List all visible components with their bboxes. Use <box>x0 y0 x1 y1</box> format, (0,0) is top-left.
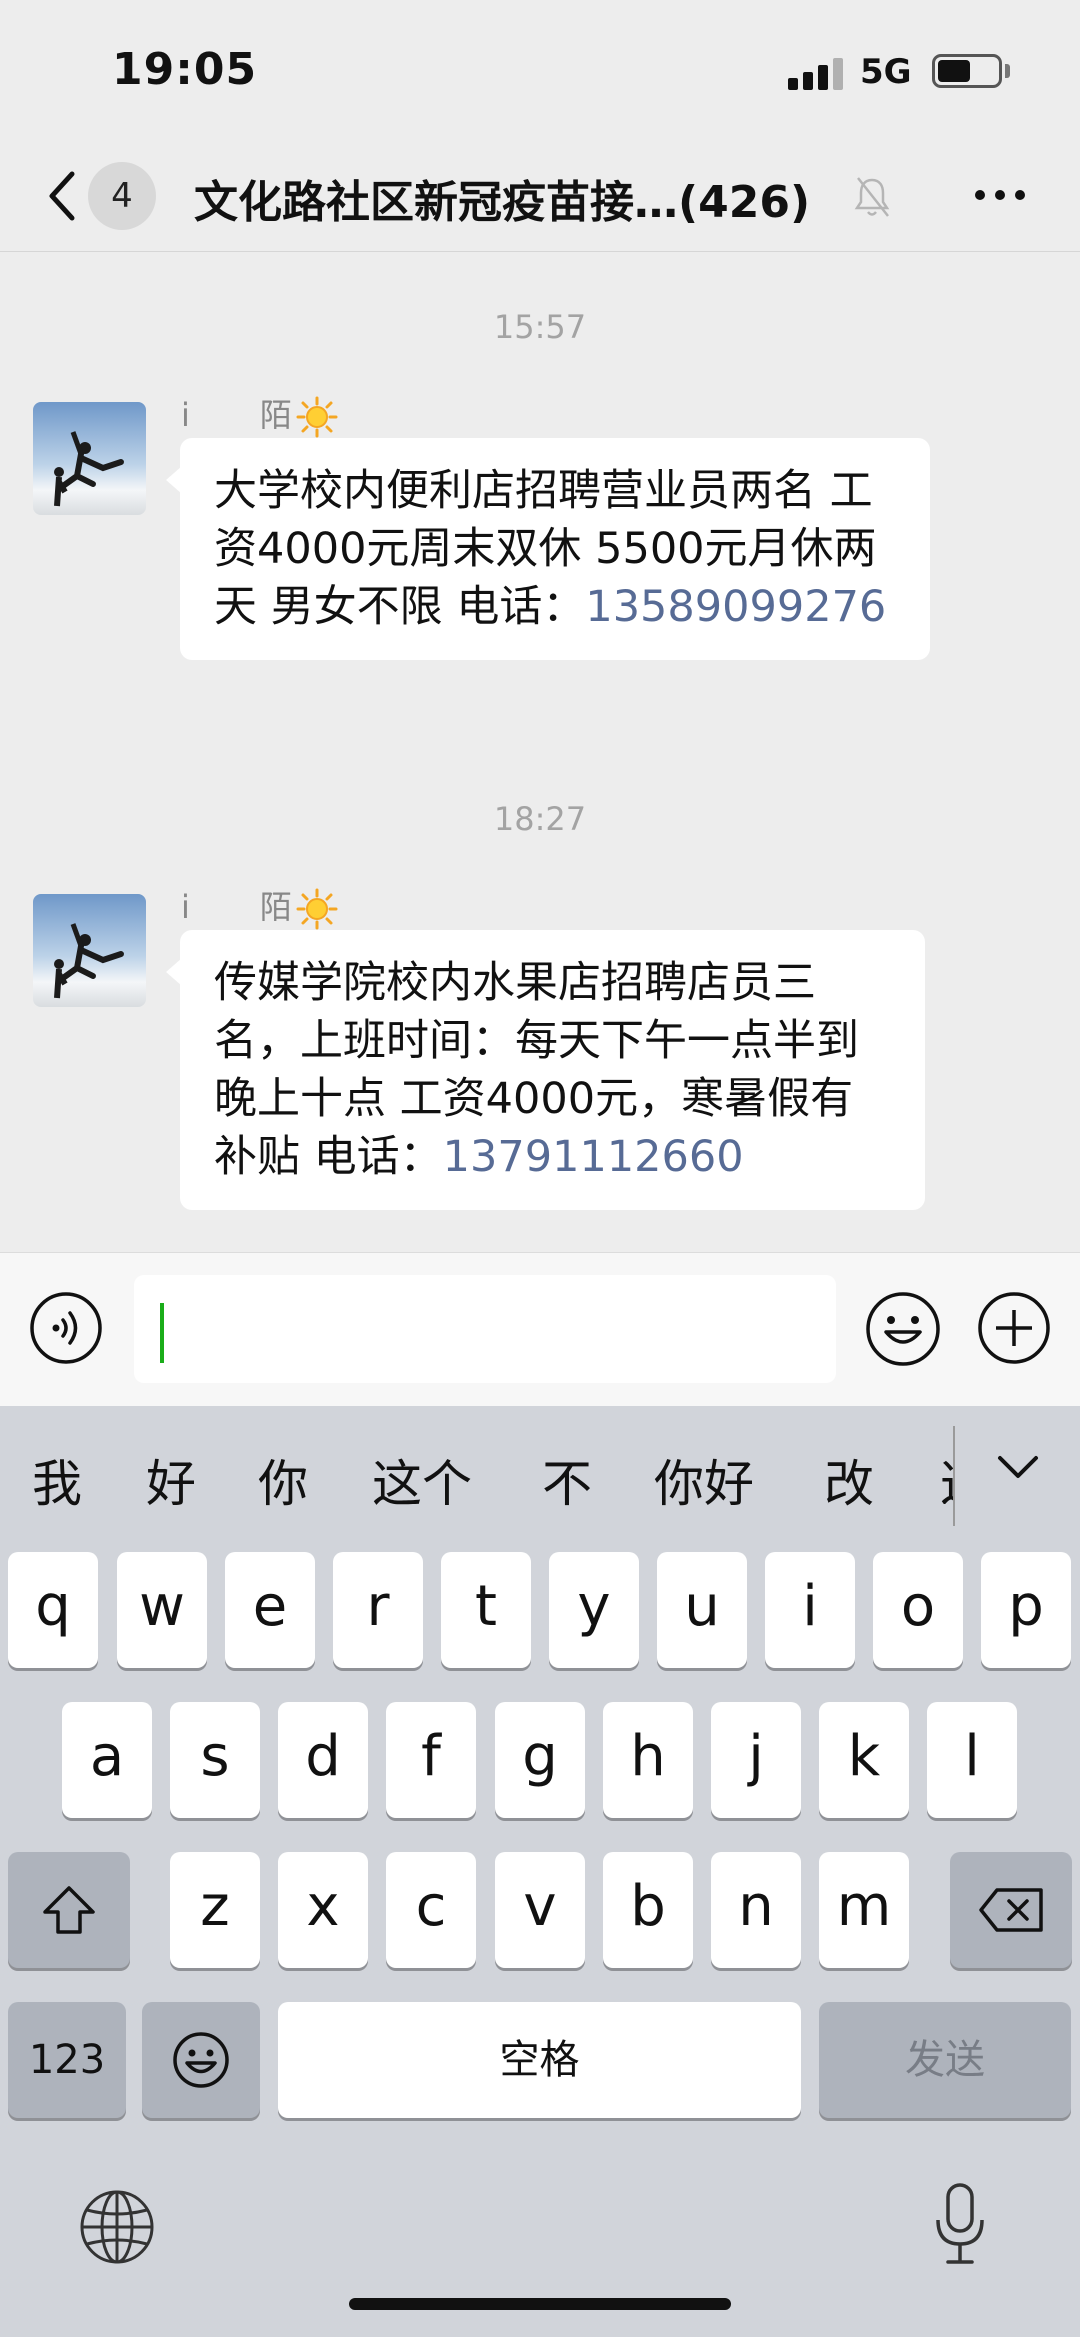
candidate-word[interactable]: 不 <box>542 1444 592 1516</box>
numbers-key[interactable]: 123 <box>8 2002 126 2118</box>
key-g[interactable]: g <box>495 1702 585 1818</box>
back-arrow-icon[interactable] <box>42 166 82 226</box>
phone-number-link[interactable]: 13791112660 <box>443 1132 744 1182</box>
key-f[interactable]: f <box>386 1702 476 1818</box>
send-key[interactable]: 发送 <box>819 2002 1071 2118</box>
key-l[interactable]: l <box>927 1702 1017 1818</box>
candidate-word[interactable]: 改 <box>824 1444 874 1516</box>
avatar[interactable] <box>33 894 146 1007</box>
space-key[interactable]: 空格 <box>278 2002 801 2118</box>
status-bar: 19:05 5G <box>0 0 1080 140</box>
candidate-bar: 我 好 你 这个 不 你好 改 这 <box>0 1406 1080 1544</box>
key-h[interactable]: h <box>603 1702 693 1818</box>
key-e[interactable]: e <box>225 1552 315 1668</box>
key-p[interactable]: p <box>981 1552 1071 1668</box>
chat-input-bar <box>0 1252 1080 1406</box>
candidate-divider <box>953 1426 955 1526</box>
mute-bell-icon <box>854 177 890 217</box>
more-options-icon[interactable] <box>970 180 1030 210</box>
key-j[interactable]: j <box>711 1702 801 1818</box>
sender-name: i陌 <box>181 882 338 930</box>
key-o[interactable]: o <box>873 1552 963 1668</box>
message-timestamp: 18:27 <box>493 800 587 838</box>
key-i[interactable]: i <box>765 1552 855 1668</box>
emoji-icon[interactable] <box>864 1290 942 1368</box>
keyboard: 我 好 你 这个 不 你好 改 这 q w e r t y u i o p a … <box>0 1406 1080 2337</box>
message-bubble[interactable]: 传媒学院校内水果店招聘店员三名，上班时间：每天下午一点半到晚上十点 工资4000… <box>166 930 925 1210</box>
candidate-word-partial[interactable]: 这 <box>940 1444 954 1504</box>
emoji-face-icon <box>173 2032 229 2088</box>
key-z[interactable]: z <box>170 1852 260 1968</box>
status-time: 19:05 <box>112 44 258 95</box>
key-r[interactable]: r <box>333 1552 423 1668</box>
candidate-word[interactable]: 你好 <box>654 1444 754 1516</box>
key-x[interactable]: x <box>278 1852 368 1968</box>
sender-name-part: i <box>181 396 190 434</box>
key-k[interactable]: k <box>819 1702 909 1818</box>
delete-key[interactable] <box>950 1852 1072 1968</box>
sender-name: i陌 <box>181 390 338 438</box>
voice-input-icon[interactable] <box>28 1290 104 1366</box>
message-timestamp: 15:57 <box>493 308 587 346</box>
chat-header: 4 文化路社区新冠疫苗接…(426) <box>0 140 1080 252</box>
key-u[interactable]: u <box>657 1552 747 1668</box>
sender-name-part: i <box>181 888 190 926</box>
candidate-word[interactable]: 这个 <box>372 1444 472 1516</box>
message-input[interactable] <box>134 1275 836 1383</box>
key-q[interactable]: q <box>8 1552 98 1668</box>
candidate-word[interactable]: 好 <box>146 1444 196 1516</box>
key-w[interactable]: w <box>117 1552 207 1668</box>
shift-arrow-icon <box>43 1886 95 1934</box>
unread-count-badge[interactable]: 4 <box>88 162 156 230</box>
chat-title: 文化路社区新冠疫苗接…(426) <box>194 177 811 228</box>
sender-name-part: 陌 <box>259 888 292 926</box>
key-d[interactable]: d <box>278 1702 368 1818</box>
key-m[interactable]: m <box>819 1852 909 1968</box>
backspace-icon <box>979 1888 1043 1932</box>
microphone-icon[interactable] <box>930 2182 990 2268</box>
sun-emoji-icon <box>296 888 338 930</box>
candidate-word[interactable]: 你 <box>258 1444 308 1516</box>
key-n[interactable]: n <box>711 1852 801 1968</box>
avatar[interactable] <box>33 402 146 515</box>
home-indicator[interactable] <box>349 2298 731 2310</box>
key-t[interactable]: t <box>441 1552 531 1668</box>
text-caret <box>160 1303 164 1363</box>
phone-number-link[interactable]: 13589099276 <box>585 582 886 632</box>
signal-icon <box>788 56 844 90</box>
chevron-down-icon[interactable] <box>996 1452 1040 1482</box>
key-s[interactable]: s <box>170 1702 260 1818</box>
key-b[interactable]: b <box>603 1852 693 1968</box>
sender-name-part: 陌 <box>259 396 292 434</box>
key-v[interactable]: v <box>495 1852 585 1968</box>
key-y[interactable]: y <box>549 1552 639 1668</box>
key-a[interactable]: a <box>62 1702 152 1818</box>
shift-key[interactable] <box>8 1852 130 1968</box>
battery-tip <box>1005 64 1010 78</box>
network-label: 5G <box>860 52 912 92</box>
battery-icon <box>932 54 1002 88</box>
key-c[interactable]: c <box>386 1852 476 1968</box>
message-bubble[interactable]: 大学校内便利店招聘营业员两名 工资4000元周末双休 5500元月休两天 男女不… <box>166 438 930 660</box>
sun-emoji-icon <box>296 396 338 438</box>
add-attachment-icon[interactable] <box>976 1290 1052 1366</box>
emoji-key[interactable] <box>142 2002 260 2118</box>
candidate-word: 这 <box>940 1455 954 1504</box>
globe-icon[interactable] <box>78 2188 156 2266</box>
candidate-word[interactable]: 我 <box>32 1444 82 1516</box>
